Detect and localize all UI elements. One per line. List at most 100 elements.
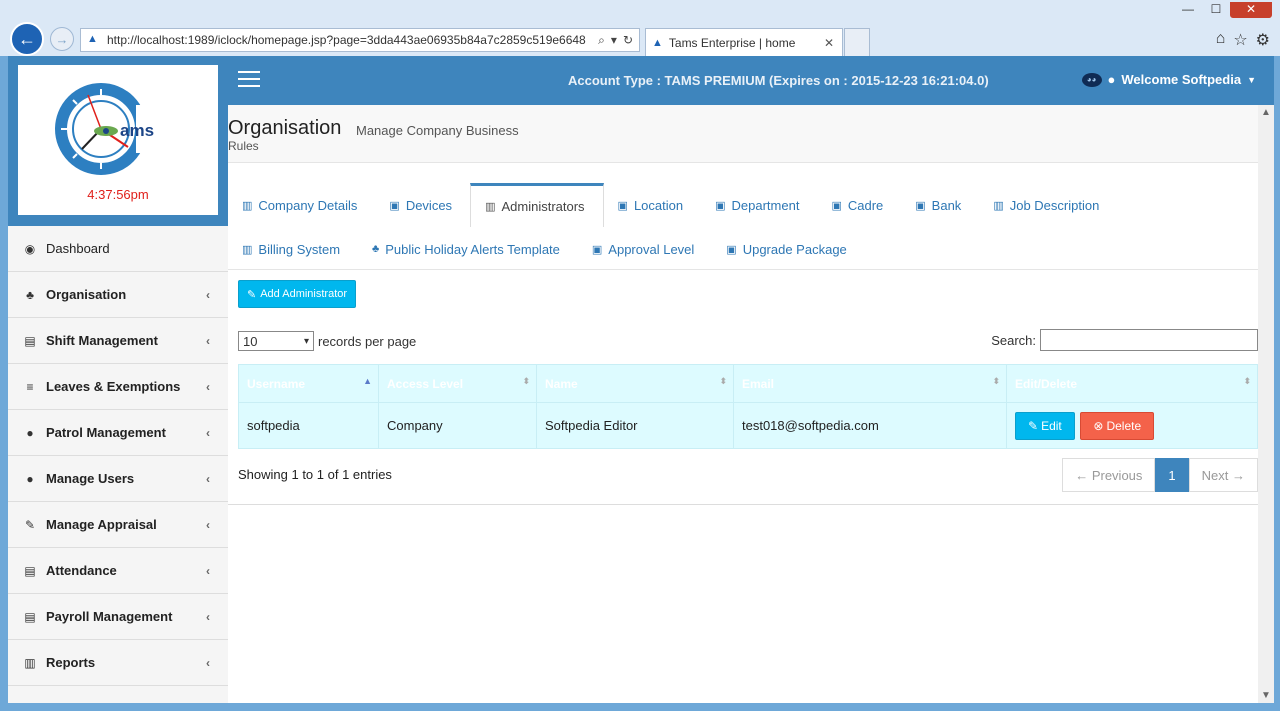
tab-cadre[interactable]: ▣ Cadre xyxy=(817,183,901,227)
address-bar[interactable]: ▲ http://localhost:1989/iclock/homepage.… xyxy=(80,28,640,52)
sidebar-item-label: Reports xyxy=(46,655,96,670)
tab-label: Upgrade Package xyxy=(742,241,847,257)
refresh-icon[interactable]: ↻ xyxy=(623,33,633,48)
logo-area: ams 4:37:56pm xyxy=(8,56,228,226)
chevron-left-icon: ‹ xyxy=(206,379,210,394)
table-info: Showing 1 to 1 of 1 entries xyxy=(238,467,392,482)
browser-chrome: — ☐ ✕ ← → ▲ http://localhost:1989/iclock… xyxy=(0,0,1280,56)
content-panel: ▥ Company Details ▣ Devices ▥ Administrator… xyxy=(228,183,1258,505)
forward-arrow-icon[interactable]: → xyxy=(50,27,74,51)
sidebar-item-shift-management[interactable]: ▤ Shift Management ‹ xyxy=(8,318,228,364)
column-name[interactable]: Name ⬍ xyxy=(536,364,734,403)
gear-icon[interactable]: ⚙ xyxy=(1256,30,1270,50)
home-icon[interactable]: ⌂ xyxy=(1216,30,1226,50)
page-length-select[interactable]: 10 ▾ xyxy=(238,331,314,351)
vertical-scrollbar[interactable]: ▲ ▼ xyxy=(1258,105,1274,703)
list-icon: ▤ xyxy=(24,609,36,624)
table-header-row: Username ▲ Access Level ⬍ Name ⬍ Email ⬍ Edi… xyxy=(238,364,1258,403)
page-favicon-icon: ▲ xyxy=(87,33,98,45)
star-icon[interactable]: ☆ xyxy=(1233,30,1247,50)
tab-label: Administrators xyxy=(501,199,585,214)
tab-upgrade-package[interactable]: ▣ Upgrade Package xyxy=(712,227,864,271)
search-input[interactable] xyxy=(1040,329,1258,351)
chevron-left-icon: ‹ xyxy=(206,517,210,532)
tab-label: Location xyxy=(633,197,684,213)
tab-job-description[interactable]: ▥ Job Description xyxy=(979,183,1117,227)
column-username[interactable]: Username ▲ xyxy=(238,364,379,403)
edit-button[interactable]: ✎ Edit xyxy=(1015,411,1075,440)
cell-username: softpedia xyxy=(238,402,379,449)
chevron-left-icon: ‹ xyxy=(206,471,210,486)
minimize-icon[interactable]: — xyxy=(1174,2,1202,18)
scroll-up-icon[interactable]: ▲ xyxy=(1258,107,1274,118)
sidebar-item-dashboard[interactable]: ◉ Dashboard xyxy=(8,226,228,272)
sidebar-item-reports[interactable]: ▥ Reports ‹ xyxy=(8,640,228,686)
address-url[interactable]: http://localhost:1989/iclock/homepage.js… xyxy=(107,33,598,47)
tab-location[interactable]: ▣ Location xyxy=(604,183,702,227)
user-icon: ● xyxy=(26,425,34,440)
next-page-button[interactable]: Next → xyxy=(1188,458,1258,492)
tab-row-2: ▥ Billing System ♣ Public Holiday Alerts T… xyxy=(228,227,865,271)
account-type: Account Type : TAMS PREMIUM (Expires on … xyxy=(568,73,989,88)
menu-toggle-icon[interactable] xyxy=(238,71,260,87)
sidebar-item-manage-appraisal[interactable]: ✎ Manage Appraisal ‹ xyxy=(8,502,228,548)
tab-department[interactable]: ▣ Department xyxy=(701,183,817,227)
tab-bank[interactable]: ▣ Bank xyxy=(901,183,979,227)
cell-email: test018@softpedia.com xyxy=(733,402,1007,449)
sidebar-item-label: Attendance xyxy=(46,563,117,578)
window-controls: — ☐ ✕ xyxy=(1174,2,1272,18)
search-control: Search: xyxy=(991,329,1258,351)
maximize-icon[interactable]: ☐ xyxy=(1202,2,1230,18)
sidebar-item-organisation[interactable]: ♣ Organisation ‹ xyxy=(8,272,228,318)
chevron-left-icon: ‹ xyxy=(206,609,210,624)
tab-public-holiday-alerts[interactable]: ♣ Public Holiday Alerts Template xyxy=(358,227,578,271)
add-administrator-button[interactable]: ✎ Add Administrator xyxy=(238,280,357,308)
browser-tab[interactable]: ▲ Tams Enterprise | home ✕ xyxy=(645,28,843,56)
sidebar-item-payroll-management[interactable]: ▤ Payroll Management ‹ xyxy=(8,594,228,640)
sidebar-item-label: Dashboard xyxy=(46,241,110,256)
tab-label: Job Description xyxy=(1009,197,1100,213)
new-tab-button[interactable] xyxy=(844,28,870,56)
sidebar-item-patrol-management[interactable]: ● Patrol Management ‹ xyxy=(8,410,228,456)
tab-label: Public Holiday Alerts Template xyxy=(385,241,560,257)
column-edit-delete[interactable]: Edit/Delete ⬍ xyxy=(1006,364,1258,403)
sort-icon: ⬍ xyxy=(1243,376,1251,386)
tab-favicon-icon: ▲ xyxy=(652,36,663,49)
tab-devices[interactable]: ▣ Devices xyxy=(375,183,470,227)
sidebar-item-attendance[interactable]: ▤ Attendance ‹ xyxy=(8,548,228,594)
delete-button[interactable]: ⊗ Delete xyxy=(1080,411,1155,440)
column-label: Name xyxy=(545,376,578,391)
tab-company-details[interactable]: ▥ Company Details xyxy=(228,183,375,227)
barcode-icon: ▥ xyxy=(242,243,253,256)
page-1-button[interactable]: 1 xyxy=(1155,458,1189,492)
tab-billing-system[interactable]: ▥ Billing System xyxy=(228,227,358,271)
chevron-left-icon: ‹ xyxy=(206,333,210,348)
dropdown-icon[interactable]: ▾ xyxy=(611,33,617,48)
column-access-level[interactable]: Access Level ⬍ xyxy=(378,364,537,403)
page-header: Organisation Manage Company Business Rul… xyxy=(228,105,1258,163)
sidebar-item-manage-users[interactable]: ● Manage Users ‹ xyxy=(8,456,228,502)
sidebar-item-more[interactable]: ‹ xyxy=(8,686,228,703)
close-tab-icon[interactable]: ✕ xyxy=(824,36,834,50)
page-title: Organisation xyxy=(228,117,342,139)
search-icon[interactable]: ⌕ xyxy=(598,33,605,48)
sidebar-item-label: Leaves & Exemptions xyxy=(46,379,181,394)
dashboard-icon: ◉ xyxy=(24,241,36,256)
pencil-icon: ✎ xyxy=(1028,418,1039,433)
page-subtitle-cont: Rules xyxy=(228,139,259,153)
back-arrow-icon[interactable]: ← xyxy=(10,22,44,56)
user-menu[interactable]: ◕◕ ● Welcome Softpedia ▼ xyxy=(1081,72,1256,87)
top-header: Account Type : TAMS PREMIUM (Expires on … xyxy=(228,56,1274,105)
chevron-left-icon: ‹ xyxy=(206,287,210,302)
welcome-text: Welcome Softpedia xyxy=(1121,72,1242,87)
sidebar-item-label: Manage Appraisal xyxy=(46,517,157,532)
scroll-down-icon[interactable]: ▼ xyxy=(1258,690,1274,701)
sidebar-item-leaves[interactable]: ≡ Leaves & Exemptions ‹ xyxy=(8,364,228,410)
tab-label: Department xyxy=(731,197,800,213)
close-window-icon[interactable]: ✕ xyxy=(1230,2,1272,18)
tab-approval-level[interactable]: ▣ Approval Level xyxy=(578,227,712,271)
column-email[interactable]: Email ⬍ xyxy=(733,364,1007,403)
previous-page-button[interactable]: ← Previous xyxy=(1062,458,1156,492)
barcode-icon: ▥ xyxy=(485,201,496,213)
tab-administrators[interactable]: ▥ Administrators xyxy=(470,183,604,227)
